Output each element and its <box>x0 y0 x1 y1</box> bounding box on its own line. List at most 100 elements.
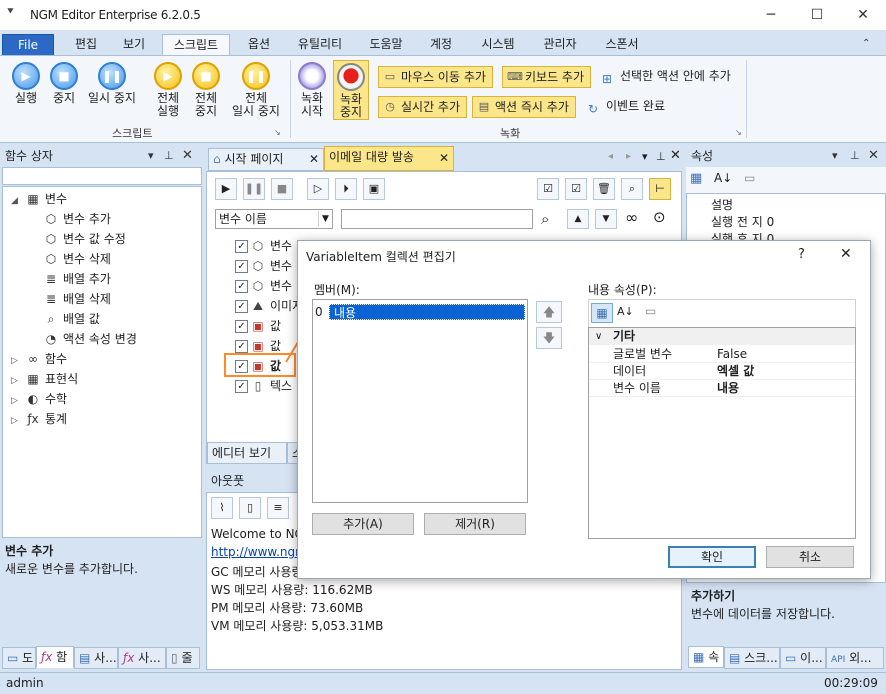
tab-utility[interactable]: 유틸리티 <box>288 34 352 56</box>
variable-select[interactable]: 변수 이름 ▼ <box>215 209 333 229</box>
keyboard-add-button[interactable]: ⌨ 키보드 추가 <box>502 66 592 88</box>
action-now-button[interactable]: ▤ 액션 즉시 추가 <box>472 96 576 118</box>
tab-view[interactable]: 보기 <box>114 34 154 56</box>
output-link[interactable]: http://www.ngm <box>211 545 307 559</box>
tab-pin-icon[interactable]: ⊥ <box>656 150 666 163</box>
run-button[interactable]: ▶ 실행 <box>6 62 46 105</box>
expander-icon[interactable]: ◢ <box>11 191 25 211</box>
tab-user[interactable]: ▤ 사... <box>74 647 118 669</box>
tree-item[interactable]: ⬡ 변수 값 수정 <box>43 229 126 249</box>
tab-system[interactable]: 시스템 <box>470 34 526 56</box>
sort-az-icon[interactable]: A↓ <box>714 171 732 185</box>
row-checkbox[interactable]: ✓ <box>235 260 248 273</box>
tree-item[interactable]: ⌕ 배열 값 <box>43 309 100 329</box>
dropdown-icon[interactable]: ▾ <box>832 145 838 167</box>
event-done-button[interactable]: ↻ 이벤트 완료 <box>584 96 665 118</box>
tab-script[interactable]: 스크립트 <box>162 34 230 56</box>
tab-help[interactable]: 도움말 <box>360 34 412 56</box>
member-item[interactable]: 0 내용 <box>315 304 525 320</box>
expander-icon[interactable]: ▷ <box>11 391 25 411</box>
tab-close-all-icon[interactable]: ✕ <box>670 148 681 163</box>
property-row[interactable]: 데이터 엑셀 값 <box>589 363 855 380</box>
help-button[interactable]: ? <box>798 247 805 262</box>
row-checkbox[interactable]: ✓ <box>235 320 248 333</box>
cancel-button[interactable]: 취소 <box>766 546 854 568</box>
tab-close-icon[interactable]: ✕ <box>439 148 449 168</box>
realtime-add-button[interactable]: ◷ 실시간 추가 <box>378 96 468 118</box>
system-menu-icon[interactable]: ⯆ <box>6 5 15 19</box>
file-tab[interactable]: File <box>2 34 54 56</box>
tree-view-icon[interactable]: ⊢ <box>649 178 671 200</box>
categorized-icon[interactable]: ▦ <box>690 171 702 186</box>
tab-scroll-left-icon[interactable]: ◂ <box>608 151 613 162</box>
tab-editor-view[interactable]: 에디터 보기 <box>207 442 287 464</box>
script-group-launcher-icon[interactable]: ↘ <box>274 128 281 137</box>
close-icon[interactable]: ✕ <box>182 145 193 167</box>
maximize-button[interactable]: ☐ <box>794 0 840 30</box>
dropdown-icon[interactable]: ▾ <box>148 145 154 167</box>
property-pages-icon[interactable]: ▭ <box>744 171 755 185</box>
property-row[interactable]: 변수 이름 내용 <box>589 380 855 397</box>
record-start-button[interactable]: 녹화 시작 <box>296 62 328 118</box>
minimize-button[interactable]: ─ <box>748 0 794 30</box>
action-row[interactable]: ✓ ▯ 텍스 <box>235 376 292 396</box>
delete-icon[interactable]: 🗑 <box>593 178 615 200</box>
tab-properties[interactable]: ▦ 속 <box>688 646 724 668</box>
tab-sponsor[interactable]: 스폰서 <box>594 34 650 56</box>
property-row[interactable]: 글로벌 변수 False <box>589 346 855 363</box>
row-checkbox[interactable]: ✓ <box>235 380 248 393</box>
row-checkbox[interactable]: ✓ <box>235 300 248 313</box>
all-stop-button[interactable]: ■ 전체 중지 <box>188 62 224 118</box>
check-icon[interactable]: ☑ <box>565 178 587 200</box>
row-checkbox[interactable]: ✓ <box>235 280 248 293</box>
expander-icon[interactable]: ▷ <box>11 371 25 391</box>
zoom-icon[interactable]: ⌕ <box>621 178 643 200</box>
expander-icon[interactable]: ▷ <box>11 351 25 371</box>
add-button[interactable]: 추가(A) <box>312 513 414 535</box>
tab-script-info[interactable]: ▤ 스크... <box>724 647 780 669</box>
close-button[interactable]: ✕ <box>840 0 886 30</box>
mouse-move-add-button[interactable]: ▭ 마우스 이동 추가 <box>378 66 493 88</box>
remove-button[interactable]: 제거(R) <box>424 513 526 535</box>
tab-options[interactable]: 옵션 <box>238 34 280 56</box>
editor-frame-icon[interactable]: ▣ <box>363 178 385 200</box>
property-row[interactable]: 설명 <box>711 196 733 213</box>
collapse-icon[interactable]: ∨ <box>595 328 602 345</box>
move-down-icon[interactable]: ▼ <box>595 209 617 229</box>
tab-outline[interactable]: ▭ 도 <box>2 647 36 669</box>
ok-button[interactable]: 확인 <box>668 546 756 568</box>
tree-item[interactable]: ▷ ƒx 통계 <box>11 409 67 429</box>
dialog-close-button[interactable]: ✕ <box>840 246 852 262</box>
check-all-icon[interactable]: ☑ <box>537 178 559 200</box>
pin-icon[interactable]: ⊥ <box>850 145 860 167</box>
tab-account[interactable]: 계정 <box>420 34 462 56</box>
category-row[interactable]: ∨ 기타 <box>589 328 855 345</box>
row-checkbox[interactable]: ✓ <box>235 240 248 253</box>
tab-list-icon[interactable]: ▾ <box>642 150 648 163</box>
action-row[interactable]: ✓ ▣ 값 <box>235 316 281 336</box>
close-icon[interactable]: ✕ <box>868 145 879 167</box>
property-value[interactable]: False <box>717 346 747 363</box>
editor-step-icon[interactable]: ▷ <box>307 178 329 200</box>
tab-email-bulk[interactable]: 이메일 대량 발송 ✕ <box>324 146 454 171</box>
all-run-button[interactable]: ▶ 전체 실행 <box>150 62 186 118</box>
ribbon-collapse-icon[interactable]: ⌃ <box>862 38 870 49</box>
property-pages-icon[interactable]: ▭ <box>645 304 656 318</box>
tab-lines[interactable]: ▯ 줄 <box>166 647 200 669</box>
function-search-input[interactable] <box>2 167 202 185</box>
tab-admin[interactable]: 관리자 <box>532 34 588 56</box>
all-pause-button[interactable]: ❚❚ 전체 일시 중지 <box>226 62 286 118</box>
tree-item[interactable]: ⬡ 변수 추가 <box>43 209 111 229</box>
editor-play-icon[interactable]: ▶ <box>215 178 237 200</box>
property-value[interactable]: 엑셀 값 <box>717 363 754 380</box>
insert-inside-button[interactable]: ⊞ 선택한 액션 안에 추가 <box>598 66 731 88</box>
tab-scroll-right-icon[interactable]: ▸ <box>626 151 631 162</box>
editor-stop-icon[interactable]: ■ <box>271 178 293 200</box>
tree-item[interactable]: ▷ ▦ 표현식 <box>11 369 78 389</box>
move-up-icon[interactable]: ▲ <box>567 209 589 229</box>
property-value[interactable]: 내용 <box>717 380 739 397</box>
record-group-launcher-icon[interactable]: ↘ <box>735 128 742 137</box>
tree-item[interactable]: ≣ 배열 삭제 <box>43 289 111 309</box>
tab-functions[interactable]: ƒx 함 <box>36 646 74 668</box>
tab-edit[interactable]: 편집 <box>66 34 106 56</box>
